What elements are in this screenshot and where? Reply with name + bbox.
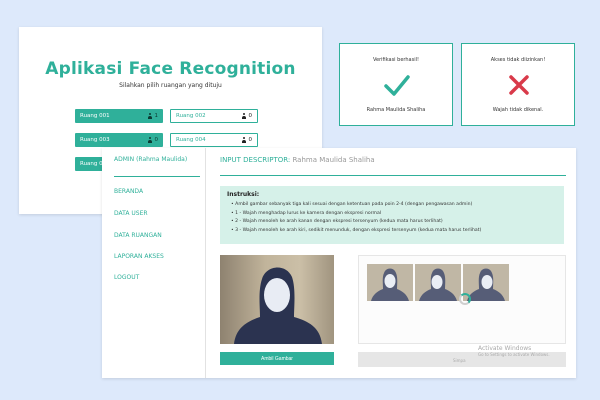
room-count: 1 [154,113,159,119]
room-label: Ruang 001 [80,113,110,119]
captured-images-area [358,255,566,344]
person-silhouette [234,267,322,344]
page-title-user: Rahma Maulida Shaliha [292,156,375,164]
sidebar: ADMIN (Rahma Maulida) BERANDA DATA USER … [102,148,206,378]
room-count: 0 [248,137,253,143]
nav-beranda[interactable]: BERANDA [114,188,143,195]
app-title: Aplikasi Face Recognition [45,59,296,79]
instruction-item: 3 - Wajah menoleh ke arah kiri, sedikit … [231,227,557,236]
room-count: 0 [248,113,253,119]
watermark-subtitle: Go to Settings to activate Windows. [478,352,550,357]
person-icon [148,137,153,143]
page-title-label: INPUT DESCRIPTOR: [220,156,291,164]
room-count: 0 [154,137,159,143]
unknown-face-message: Wajah tidak dikenal. [492,107,544,113]
loading-spinner-icon [459,293,471,305]
app-subtitle: Silahkan pilih ruangan yang dituju [119,82,222,89]
watermark-title: Activate Windows [478,345,532,352]
admin-panel: ADMIN (Rahma Maulida) BERANDA DATA USER … [102,148,576,378]
person-silhouette [419,268,457,301]
instructions-box: Instruksi: Ambil gambar sebanyak tiga ka… [220,186,564,244]
check-icon [384,75,410,96]
captured-thumbnail [367,264,413,301]
person-icon [148,113,153,119]
instructions-title: Instruksi: [227,191,260,198]
camera-preview [220,255,334,344]
sidebar-divider [114,176,200,177]
instruction-item: 1 - Wajah menghadap lurus ke kamera deng… [231,210,557,219]
page-title: INPUT DESCRIPTOR: Rahma Maulida Shaliha [220,156,375,164]
room-button-002[interactable]: Ruang 002 0 [170,109,258,123]
title-divider [220,175,566,176]
x-icon [509,75,529,95]
room-label: Ruang 004 [176,137,206,143]
verification-success-card: Verifikasi berhasil! Rahma Maulida Shali… [339,43,453,126]
person-silhouette [371,268,409,301]
nav-data-user[interactable]: DATA USER [114,210,148,217]
admin-user-label: ADMIN (Rahma Maulida) [114,156,188,163]
room-button-004[interactable]: Ruang 004 0 [170,133,258,147]
verified-name: Rahma Maulida Shaliha [366,107,426,113]
room-label: Ruang 003 [80,137,110,143]
save-button-label: Simpa [453,358,466,363]
capture-button[interactable]: Ambil Gambar [220,352,334,365]
person-icon [242,113,247,119]
access-denied-card: Akses tidak diizinkan! Wajah tidak diken… [461,43,575,126]
nav-laporan-akses[interactable]: LAPORAN AKSES [114,253,164,260]
activate-windows-watermark: Activate Windows Go to Settings to activ… [478,345,578,357]
verification-title: Verifikasi berhasil! [373,57,419,63]
room-label: Ruang 002 [176,113,206,119]
instruction-item: Ambil gambar sebanyak tiga kali sesuai d… [231,201,557,210]
room-button-003[interactable]: Ruang 003 0 [75,133,163,147]
person-icon [242,137,247,143]
nav-logout[interactable]: LOGOUT [114,274,139,281]
room-button-001[interactable]: Ruang 001 1 [75,109,163,123]
nav-data-ruangan[interactable]: DATA RUANGAN [114,232,162,239]
access-denied-title: Akses tidak diizinkan! [490,57,546,63]
instruction-item: 2 - Wajah menoleh ke arah kanan dengan e… [231,218,557,227]
captured-thumbnail [415,264,461,301]
